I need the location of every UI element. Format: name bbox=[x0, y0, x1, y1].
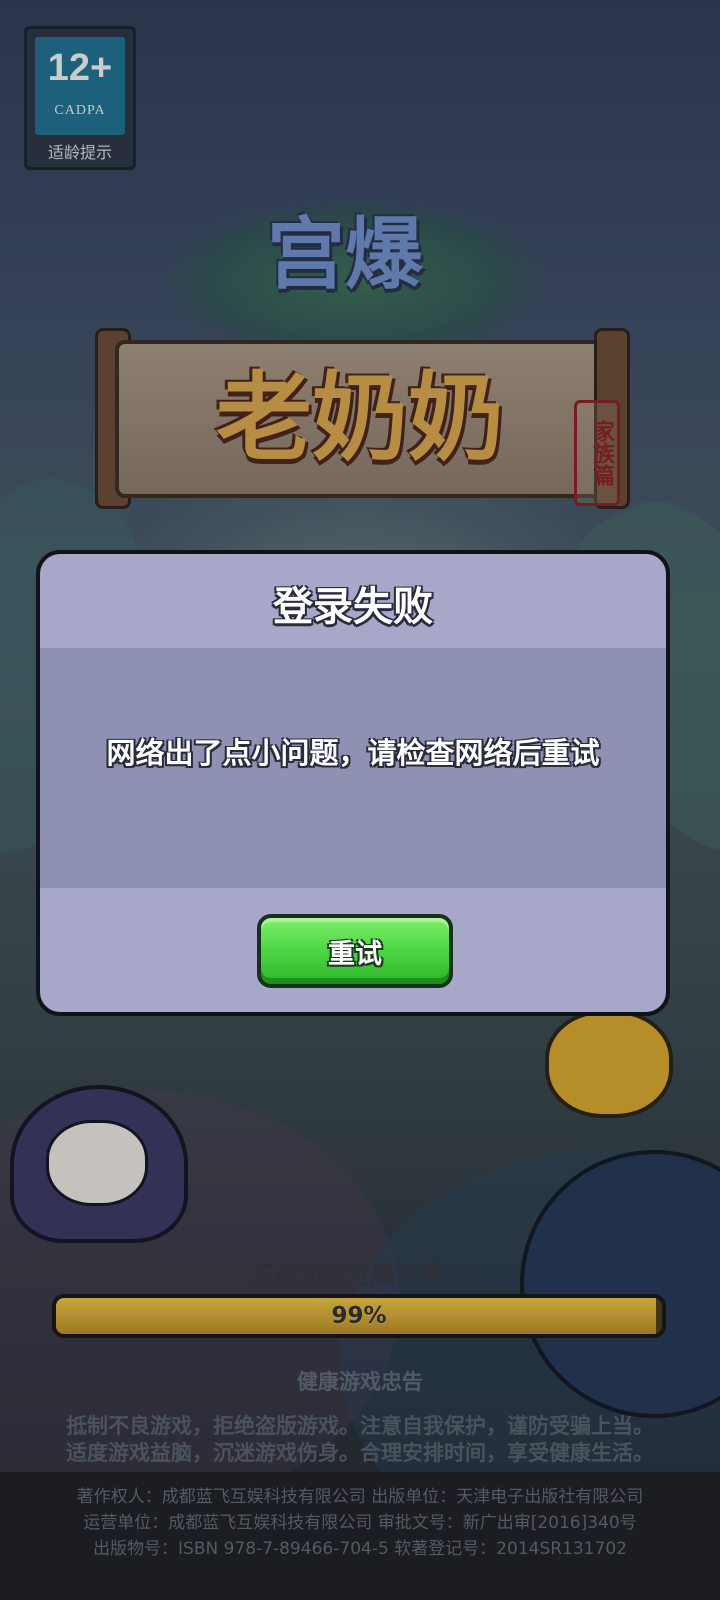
copyright-line: 著作权人：成都蓝飞互娱科技有限公司 出版单位：天津电子出版社有限公司 bbox=[76, 1487, 644, 1507]
health-notice-title: 健康游戏忠告 bbox=[297, 1370, 423, 1394]
dialog-message: 网络出了点小问题，请检查网络后重试 bbox=[106, 736, 600, 770]
health-notice-line: 抵制不良游戏，拒绝盗版游戏。注意自我保护，谨防受骗上当。 bbox=[66, 1414, 654, 1438]
dialog-title: 登录失败 bbox=[273, 584, 433, 630]
dialog-body: 网络出了点小问题，请检查网络后重试 bbox=[40, 648, 666, 888]
loading-progress-bar: 99% bbox=[52, 1294, 666, 1338]
health-notice-line: 适度游戏益脑，沉迷游戏伤身。合理安排时间，享受健康生活。 bbox=[66, 1441, 654, 1465]
loading-progress-label: 99% bbox=[331, 1303, 387, 1329]
copyright-line: 运营单位：成都蓝飞互娱科技有限公司 审批文号：新广出审[2016]340号 bbox=[83, 1513, 637, 1533]
loading-status-text: 正在加载宫爆世界... bbox=[250, 1261, 470, 1289]
retry-button-label: 重试 bbox=[328, 939, 382, 970]
copyright-line: 出版物号：ISBN 978-7-89466-704-5 软著登记号：2014SR… bbox=[93, 1539, 627, 1559]
game-loading-screen: 12+ CADPA 适龄提示 宫爆 老奶奶 家族篇 正在加载宫爆世界... 99… bbox=[0, 0, 720, 1600]
retry-button[interactable]: 重试 bbox=[257, 914, 453, 988]
login-failed-dialog: 登录失败 网络出了点小问题，请检查网络后重试 重试 bbox=[36, 550, 670, 1016]
